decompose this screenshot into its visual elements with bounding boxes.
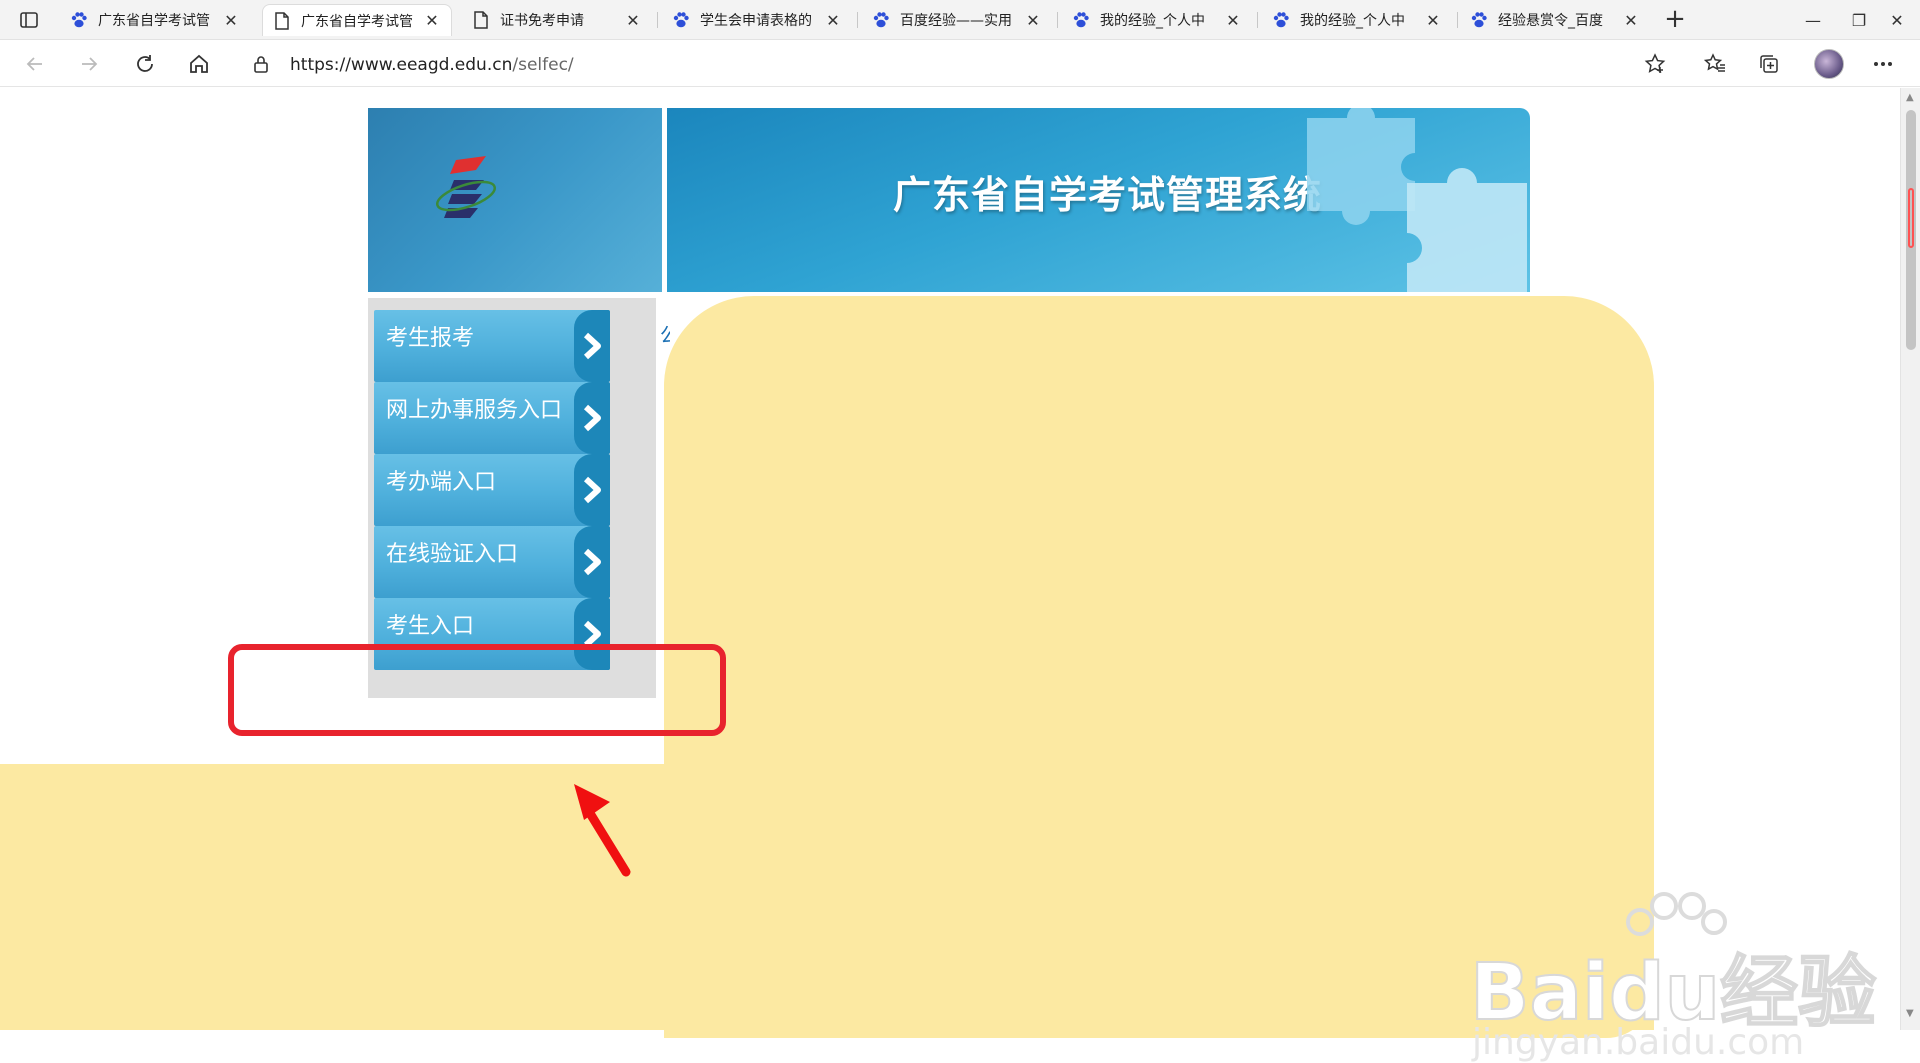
- address-toolbar: https://www.eeagd.edu.cn/selfec/: [0, 41, 1920, 87]
- page-icon: [273, 11, 291, 30]
- menu-button-label: 考生报考: [386, 326, 475, 351]
- banner-title-panel: 广东省自学考试管理系统: [667, 108, 1530, 292]
- vertical-scrollbar[interactable]: ▲ ▼: [1900, 88, 1920, 1030]
- banner-logo-panel: [368, 108, 662, 292]
- tab-3[interactable]: 证书免考申请 ✕: [462, 4, 652, 36]
- tab-6[interactable]: 我的经验_个人中 ✕: [1062, 4, 1252, 36]
- more-menu-icon[interactable]: [1868, 49, 1898, 79]
- baidu-paw-icon: [672, 11, 690, 29]
- menu-button-1[interactable]: 考生报考: [374, 310, 610, 382]
- sidebar-menu: 考生报考网上办事服务入口 考办端入口在线验证入口 考生入口: [368, 298, 656, 698]
- home-icon[interactable]: [184, 49, 214, 79]
- baidu-paw-icon: [1272, 11, 1290, 29]
- menu-button-label: 在线验证入口: [386, 542, 519, 567]
- puzzle-decoration-icon: [1307, 108, 1527, 292]
- close-tab-icon[interactable]: ✕: [1224, 11, 1242, 30]
- scroll-down-icon[interactable]: ▼: [1906, 1008, 1914, 1019]
- site-title: 广东省自学考试管理系统: [893, 173, 1323, 217]
- tab-separator: [1057, 12, 1058, 28]
- tab-title: 学生会申请表格的: [700, 13, 812, 29]
- page-icon: [472, 11, 490, 29]
- tab-title: 我的经验_个人中: [1100, 13, 1205, 29]
- baidu-jingyan-watermark: Baidu经验 jingyan.baidu.com: [1469, 892, 1877, 1063]
- menu-button-label: 网上办事服务入口: [386, 398, 563, 423]
- menu-button-label: 考办端入口: [386, 470, 497, 495]
- lock-icon[interactable]: [252, 55, 270, 73]
- baidu-paw-icon: [872, 11, 890, 29]
- tab-separator: [1457, 12, 1458, 28]
- tab-8[interactable]: 经验悬赏令_百度 ✕: [1460, 4, 1650, 36]
- forward-icon[interactable]: [74, 49, 104, 79]
- tab-title: 我的经验_个人中: [1300, 13, 1405, 29]
- new-tab-button[interactable]: +: [1660, 6, 1690, 34]
- address-bar[interactable]: https://www.eeagd.edu.cn/selfec/: [236, 47, 1668, 81]
- chevron-right-icon: [574, 310, 610, 382]
- tab-separator: [657, 12, 658, 28]
- baidu-paw-icon: [1072, 11, 1090, 29]
- close-window-button[interactable]: ✕: [1874, 6, 1920, 34]
- close-tab-icon[interactable]: ✕: [1622, 11, 1640, 30]
- highlight-box: [228, 644, 726, 736]
- close-tab-icon[interactable]: ✕: [624, 11, 642, 30]
- minimize-button[interactable]: —: [1790, 6, 1836, 34]
- tab-title: 证书免考申请: [500, 13, 584, 29]
- tab-2[interactable]: 广东省自学考试管 ✕: [262, 4, 452, 36]
- menu-button-3[interactable]: 考办端入口: [374, 454, 610, 526]
- chevron-right-icon: [574, 382, 610, 454]
- refresh-icon[interactable]: [130, 49, 160, 79]
- tab-1[interactable]: 广东省自学考试管 ✕: [60, 4, 250, 36]
- url-text: https://www.eeagd.edu.cn/selfec/: [290, 55, 574, 75]
- tab-separator: [1257, 12, 1258, 28]
- scroll-up-icon[interactable]: ▲: [1906, 92, 1914, 103]
- close-tab-icon[interactable]: ✕: [1424, 11, 1442, 30]
- overlay-mask-bottom: [0, 764, 1654, 1030]
- back-icon[interactable]: [20, 49, 50, 79]
- tab-5[interactable]: 百度经验——实用 ✕: [862, 4, 1052, 36]
- close-tab-icon[interactable]: ✕: [824, 11, 842, 30]
- close-tab-icon[interactable]: ✕: [1024, 11, 1042, 30]
- menu-button-label: 考生入口: [386, 614, 475, 639]
- page-content: 广东省自学考试管理系统 考生报考 网上办事服务入口 考办端入口 在线验证入口 考生入口 …: [0, 88, 1900, 1063]
- tab-4[interactable]: 学生会申请表格的 ✕: [662, 4, 852, 36]
- tab-strip: 广东省自学考试管 ✕ 广东省自学考试管 ✕ 证书免考申请 ✕ 学生会申请表格的 ✕ 百度经验——…: [0, 0, 1920, 40]
- tab-title: 广东省自学考试管: [301, 13, 413, 30]
- svg-text:公: 公: [660, 323, 670, 347]
- tab-7[interactable]: 我的经验_个人中 ✕: [1262, 4, 1452, 36]
- menu-button-4[interactable]: 在线验证入口: [374, 526, 610, 598]
- tab-title: 经验悬赏令_百度: [1498, 13, 1603, 29]
- collections-icon[interactable]: [1754, 49, 1784, 79]
- tab-actions-icon[interactable]: [12, 8, 46, 32]
- tab-separator: [857, 12, 858, 28]
- pointer-arrow-icon: [574, 784, 631, 877]
- close-tab-icon[interactable]: ✕: [423, 11, 441, 30]
- add-favorite-icon[interactable]: [1640, 49, 1670, 79]
- baidu-paw-icon: [70, 11, 88, 29]
- scroll-position-marker: [1908, 188, 1914, 248]
- close-tab-icon[interactable]: ✕: [222, 11, 240, 30]
- tab-title: 广东省自学考试管: [98, 13, 210, 29]
- chevron-right-icon: [574, 526, 610, 598]
- tab-title: 百度经验——实用: [900, 13, 1012, 29]
- baidu-paw-icon: [1470, 11, 1488, 29]
- menu-button-2[interactable]: 网上办事服务入口: [374, 382, 610, 454]
- profile-avatar[interactable]: [1814, 49, 1844, 79]
- favorites-icon[interactable]: [1700, 49, 1730, 79]
- exam-system-logo: [436, 156, 496, 218]
- chevron-right-icon: [574, 454, 610, 526]
- watermark-url: jingyan.baidu.com: [1472, 1022, 1805, 1063]
